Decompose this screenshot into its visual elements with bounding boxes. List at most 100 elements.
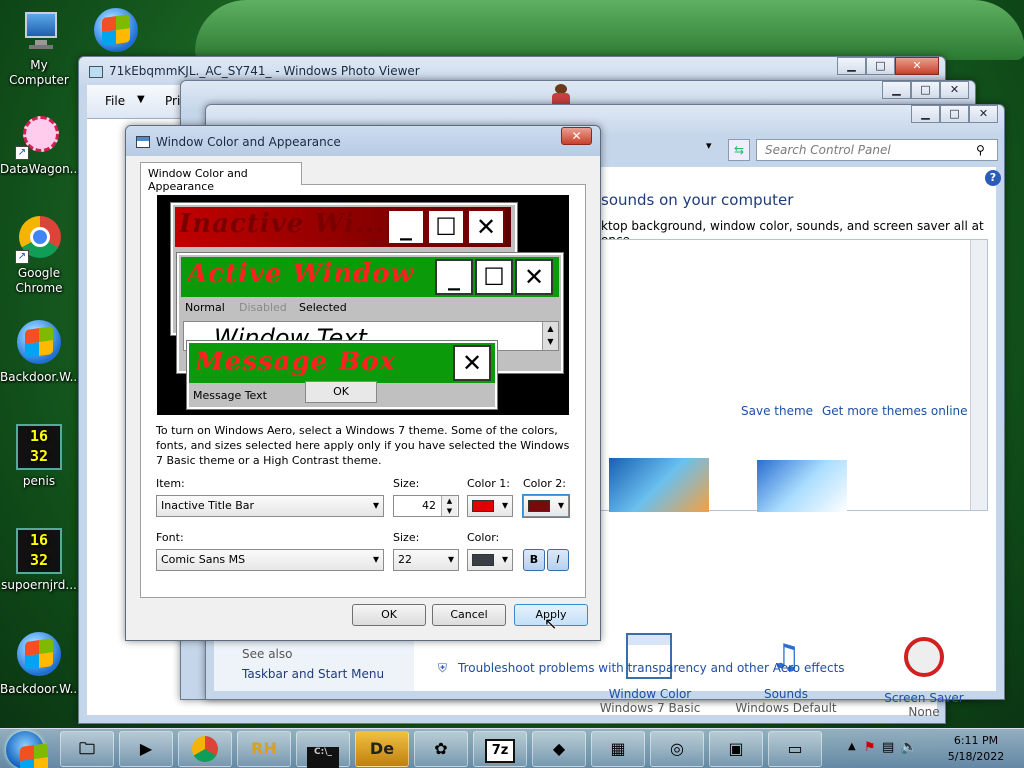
desktop-icon-google-chrome[interactable]: ↗ Google Chrome <box>0 216 78 296</box>
color2-label: Color 2: <box>523 477 566 490</box>
close-icon: ✕ <box>467 209 505 245</box>
bold-button[interactable]: B <box>523 549 545 571</box>
maximize-icon: ☐ <box>427 209 465 245</box>
scrollbar[interactable] <box>970 240 987 510</box>
italic-button[interactable]: I <box>547 549 569 571</box>
minimize-button[interactable]: ▁ <box>882 81 911 99</box>
file-menu[interactable]: File <box>105 94 125 108</box>
preview-message-box: Message Box ✕ Message Text OK <box>186 340 498 410</box>
address-dropdown-icon[interactable]: ▾ <box>706 139 712 152</box>
theme-thumbnail[interactable] <box>757 460 847 512</box>
close-icon: ✕ <box>515 259 553 295</box>
preview-menu-disabled: Disabled <box>239 301 287 314</box>
windows-logo-icon[interactable] <box>92 8 140 56</box>
spin-arrows-icon[interactable]: ▲ ▼ <box>441 496 457 516</box>
desktop-icon-label: Google Chrome <box>15 266 63 295</box>
refresh-icon[interactable]: ⇆ <box>728 139 750 161</box>
color2-picker[interactable] <box>522 494 570 518</box>
wolf-taskbar-icon[interactable]: ◆ <box>532 731 586 767</box>
maximize-icon: ☐ <box>475 259 513 295</box>
size-label: Size: <box>393 477 420 490</box>
clock[interactable]: 6:11 PM 5/18/2022 <box>934 733 1018 765</box>
appearance-preview[interactable]: Inactive Wi... _ ☐ ✕ Active Window _ ☐ ✕… <box>157 195 569 415</box>
rh-taskbar-icon[interactable]: RH <box>237 731 291 767</box>
troubleshoot-link[interactable]: Troubleshoot problems with transparency … <box>458 661 845 675</box>
close-button[interactable]: ✕ <box>969 105 998 123</box>
minimize-icon: _ <box>435 259 473 295</box>
shield-icon: ⛨ <box>438 661 448 675</box>
window-color-dialog: Window Color and Appearance ✕ Window Col… <box>125 125 601 641</box>
windows-logo-icon <box>15 320 63 368</box>
windows-logo-icon <box>15 632 63 680</box>
desktop-icon-datawagon[interactable]: ↗ DataWagon... <box>0 112 82 177</box>
control-panel-taskbar-icon[interactable]: ▦ <box>591 731 645 767</box>
chevron-down-icon[interactable]: ▼ <box>137 94 145 105</box>
start-button[interactable] <box>6 731 44 768</box>
taskbar-start-menu-link[interactable]: Taskbar and Start Menu <box>242 667 384 681</box>
screen-saver-button[interactable]: Screen Saver None <box>864 633 984 719</box>
volume-icon[interactable]: 🔈 <box>900 739 917 755</box>
tab-window-color[interactable]: Window Color and Appearance <box>140 162 302 193</box>
desktop-icon-label: DataWagon... <box>0 162 82 176</box>
media-player-taskbar-icon[interactable]: ▶ <box>119 731 173 767</box>
computer-icon <box>15 8 63 56</box>
system-tray: ▲ ⚑ ▤ 🔈 6:11 PM 5/18/2022 <box>838 729 1024 768</box>
preview-menu-selected: Selected <box>299 301 347 314</box>
close-button[interactable]: ✕ <box>940 81 969 99</box>
aero-description: To turn on Windows Aero, select a Window… <box>156 424 570 467</box>
help-icon[interactable]: ? <box>985 170 1001 186</box>
page-heading: sounds on your computer <box>601 191 794 209</box>
de-taskbar-icon[interactable]: De <box>355 731 409 767</box>
item-select[interactable]: Inactive Title Bar <box>156 495 384 517</box>
minimize-button[interactable]: ▁ <box>837 57 866 75</box>
desktop-icon-label: Backdoor.W... <box>0 370 82 384</box>
maximize-button[interactable]: □ <box>940 105 969 123</box>
search-input[interactable]: Search Control Panel <box>756 139 998 161</box>
desktop-icon-backdoor-2[interactable]: Backdoor.W... <box>0 632 81 697</box>
show-hidden-icons-icon[interactable]: ▲ <box>848 741 856 752</box>
themes-list: Save theme Get more themes online <box>596 239 988 512</box>
action-center-icon[interactable]: ⚑ <box>864 740 876 755</box>
window-icon <box>136 136 150 148</box>
monitor-taskbar-icon[interactable]: ▭ <box>768 731 822 767</box>
maximize-button[interactable]: □ <box>911 81 940 99</box>
datawagon-icon: ↗ <box>15 112 63 160</box>
close-button[interactable]: ✕ <box>561 127 592 145</box>
cancel-button[interactable]: Cancel <box>432 604 506 626</box>
desktop-icon-penis[interactable]: 16 32 penis <box>0 424 78 489</box>
desktop-icon-my-computer[interactable]: My Computer <box>0 8 78 88</box>
search-icon[interactable]: ⚲ <box>976 143 985 157</box>
theme-thumbnail[interactable] <box>609 458 709 512</box>
network-taskbar-icon[interactable]: ◎ <box>650 731 704 767</box>
font-label: Font: <box>156 531 184 544</box>
font-select[interactable]: Comic Sans MS <box>156 549 384 571</box>
preview-active-title: Active Window <box>187 259 415 289</box>
desktop-icon-supoernjrd[interactable]: 16 32 supoernjrd... <box>0 528 78 593</box>
dialog-title-bar: Window Color and Appearance ✕ <box>126 126 600 156</box>
save-theme-link[interactable]: Save theme <box>741 404 813 418</box>
font-size-label: Size: <box>393 531 420 544</box>
see-also-heading: See also <box>242 647 293 661</box>
get-more-themes-link[interactable]: Get more themes online <box>822 404 968 418</box>
photo-viewer-taskbar-icon[interactable]: ▣ <box>709 731 763 767</box>
minimize-button[interactable]: ▁ <box>911 105 940 123</box>
maximize-button[interactable]: □ <box>866 57 895 75</box>
preview-ok-button: OK <box>305 381 377 403</box>
color1-label: Color 1: <box>467 477 510 490</box>
chrome-taskbar-icon[interactable] <box>178 731 232 767</box>
font-size-select[interactable]: 22 <box>393 549 459 571</box>
network-icon[interactable]: ▤ <box>882 740 894 755</box>
tab-panel: Inactive Wi... _ ☐ ✕ Active Window _ ☐ ✕… <box>140 184 586 598</box>
7z-taskbar-icon[interactable]: 7z <box>473 731 527 767</box>
clock-icon: 16 32 <box>15 424 63 472</box>
close-button[interactable]: ✕ <box>895 57 939 75</box>
cmd-taskbar-icon[interactable]: C:\_ <box>296 731 350 768</box>
font-color-swatch <box>472 554 494 566</box>
ok-button[interactable]: OK <box>352 604 426 626</box>
desktop-icon-backdoor-1[interactable]: Backdoor.W... <box>0 320 82 385</box>
color1-picker[interactable] <box>467 495 513 517</box>
explorer-taskbar-icon[interactable]: 🗀 <box>60 731 114 767</box>
puzzle-taskbar-icon[interactable]: ✿ <box>414 731 468 767</box>
font-color-picker[interactable] <box>467 549 513 571</box>
wallpaper-jar-lid <box>195 0 1024 60</box>
